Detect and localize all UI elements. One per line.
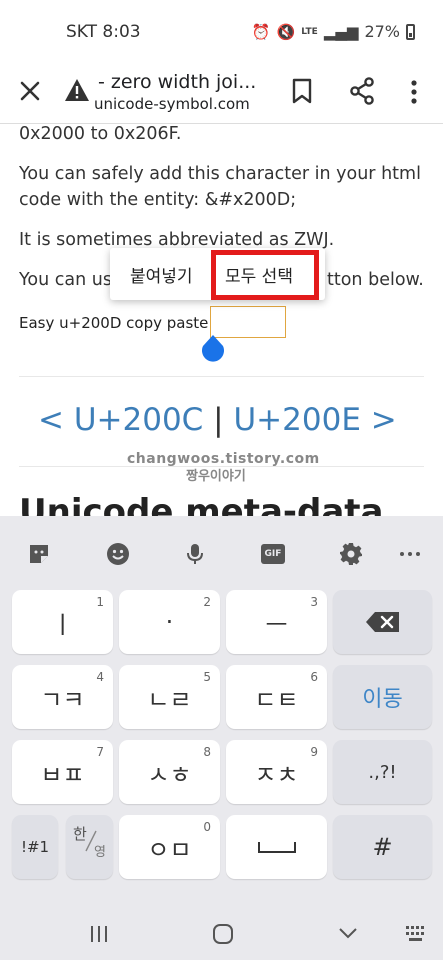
content-entity-line: code with the entity: &#x200D; bbox=[19, 190, 297, 210]
keyboard: GIF ㅣ 1 · 2 ㅡ 3 ㄱㅋ 4 ㄴㄹ 5 ㄷㅌ 6 이동 ㅂㅍ 7 ㅅ… bbox=[0, 516, 443, 911]
enter-key[interactable]: 이동 bbox=[333, 665, 432, 729]
backspace-key[interactable] bbox=[333, 590, 432, 654]
key-label: ㅣ bbox=[51, 610, 74, 639]
emoji-icon[interactable] bbox=[106, 542, 130, 566]
section-heading: Unicode meta-data bbox=[19, 492, 384, 516]
divider bbox=[19, 376, 424, 377]
key-label: ㅇㅁ bbox=[147, 835, 192, 864]
battery-icon bbox=[406, 23, 415, 40]
content-paragraph-line: You can safely add this character in you… bbox=[19, 164, 421, 184]
key-5[interactable]: ㄴㄹ 5 bbox=[119, 665, 220, 729]
content-range-text: 0x2000 to 0x206F. bbox=[19, 124, 182, 144]
key-number: 1 bbox=[96, 595, 104, 609]
key-number: 4 bbox=[96, 670, 104, 684]
battery-percent: 27% bbox=[364, 22, 400, 41]
alarm-icon: ⏰ bbox=[251, 22, 271, 41]
content-abbrev-line: It is sometimes abbreviated as ZWJ. bbox=[19, 230, 335, 250]
language-switch-key[interactable]: 한 영 bbox=[66, 815, 113, 879]
keyboard-toolbar: GIF bbox=[0, 516, 443, 588]
key-number: 8 bbox=[203, 745, 211, 759]
status-carrier-time: SKT 8:03 bbox=[66, 22, 141, 42]
symbol-key[interactable]: !#1 bbox=[12, 815, 58, 879]
key-1[interactable]: ㅣ 1 bbox=[12, 590, 113, 654]
close-icon[interactable] bbox=[17, 78, 43, 104]
microphone-icon[interactable] bbox=[183, 542, 207, 566]
next-char-link[interactable]: U+200E > bbox=[233, 402, 396, 438]
content-copy-hint-right: tton below. bbox=[327, 270, 424, 290]
status-bar: SKT 8:03 ⏰ 🔇 LTE ▂▄▆ 27% bbox=[0, 0, 443, 62]
web-content: 0x2000 to 0x206F. You can safely add thi… bbox=[0, 124, 443, 516]
mute-icon: 🔇 bbox=[276, 22, 296, 41]
gif-icon[interactable]: GIF bbox=[261, 544, 285, 564]
content-copy-hint-left: You can us bbox=[19, 270, 112, 290]
hide-keyboard-chevron-icon[interactable] bbox=[337, 925, 359, 941]
bookmark-icon[interactable] bbox=[291, 78, 313, 104]
key-3[interactable]: ㅡ 3 bbox=[226, 590, 327, 654]
share-icon[interactable] bbox=[349, 77, 375, 105]
hash-key-label: # bbox=[372, 833, 393, 861]
key-7[interactable]: ㅂㅍ 7 bbox=[12, 740, 113, 804]
key-number: 5 bbox=[203, 670, 211, 684]
enter-key-label: 이동 bbox=[362, 687, 403, 712]
symbol-key-label: !#1 bbox=[20, 838, 50, 856]
key-label: ㄱㅋ bbox=[40, 685, 85, 714]
more-options-icon[interactable] bbox=[404, 78, 424, 106]
key-9[interactable]: ㅈㅊ 9 bbox=[226, 740, 327, 804]
space-key[interactable] bbox=[226, 815, 327, 879]
signal-icon: ▂▄▆ bbox=[323, 22, 359, 41]
prev-char-link[interactable]: < U+200C bbox=[38, 402, 203, 438]
status-icons: ⏰ 🔇 LTE ▂▄▆ 27% bbox=[252, 22, 415, 41]
gear-icon[interactable] bbox=[339, 542, 363, 566]
browser-app-bar: - zero width joi... unicode-symbol.com bbox=[0, 62, 443, 124]
paste-menu-item[interactable]: 붙여넣기 bbox=[130, 262, 193, 287]
recent-apps-icon[interactable] bbox=[88, 923, 110, 945]
char-navigation: < U+200C | U+200E > bbox=[38, 402, 397, 438]
key-label: ㅅㅎ bbox=[147, 760, 192, 789]
nav-separator: | bbox=[213, 402, 224, 438]
key-number: 6 bbox=[310, 670, 318, 684]
key-8[interactable]: ㅅㅎ 8 bbox=[119, 740, 220, 804]
key-number: 7 bbox=[96, 745, 104, 759]
backspace-icon bbox=[365, 612, 399, 632]
select-all-highlight-box bbox=[211, 250, 319, 300]
key-6[interactable]: ㄷㅌ 6 bbox=[226, 665, 327, 729]
watermark-name: 짱우이야기 bbox=[186, 469, 246, 484]
system-nav-bar bbox=[0, 911, 443, 960]
lang-english-label: 영 bbox=[94, 845, 106, 860]
key-label: ㅈㅊ bbox=[254, 760, 299, 789]
key-4[interactable]: ㄱㅋ 4 bbox=[12, 665, 113, 729]
key-label: ㅡ bbox=[265, 610, 288, 639]
sticker-icon[interactable] bbox=[27, 542, 51, 566]
page-url[interactable]: unicode-symbol.com bbox=[94, 95, 250, 113]
key-label: · bbox=[165, 608, 174, 636]
key-number: 0 bbox=[203, 820, 211, 834]
key-number: 3 bbox=[310, 595, 318, 609]
hash-key[interactable]: # bbox=[333, 815, 432, 879]
key-number: 2 bbox=[203, 595, 211, 609]
key-0[interactable]: ㅇㅁ 0 bbox=[119, 815, 220, 879]
key-label: ㄴㄹ bbox=[147, 685, 192, 714]
space-icon bbox=[257, 842, 296, 853]
page-title[interactable]: - zero width joi... bbox=[98, 71, 256, 93]
key-label: ㄷㅌ bbox=[254, 685, 299, 714]
punctuation-key-label: .,?! bbox=[368, 761, 397, 783]
warning-icon[interactable] bbox=[64, 78, 90, 102]
keyboard-icon[interactable] bbox=[405, 924, 427, 944]
more-icon[interactable] bbox=[398, 542, 422, 566]
key-label: ㅂㅍ bbox=[40, 760, 85, 789]
lte-icon: LTE bbox=[301, 26, 318, 37]
punctuation-key[interactable]: .,?! bbox=[333, 740, 432, 804]
key-number: 9 bbox=[310, 745, 318, 759]
home-icon[interactable] bbox=[212, 923, 234, 945]
text-cursor-handle[interactable] bbox=[201, 334, 225, 362]
copy-paste-label: Easy u+200D copy paste: bbox=[19, 314, 214, 332]
key-2[interactable]: · 2 bbox=[119, 590, 220, 654]
